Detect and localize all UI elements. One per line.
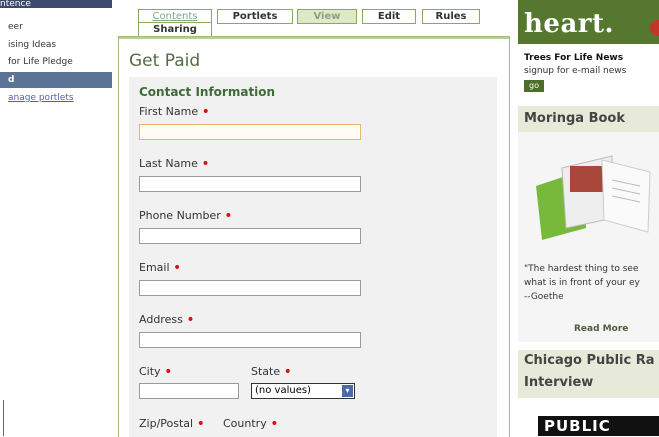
country-label: Country • <box>223 416 279 432</box>
book-quote: "The hardest thing to see what is in fro… <box>524 262 640 304</box>
city-label: City • <box>139 364 173 380</box>
hero-text: heart. <box>524 9 615 39</box>
phone-text: Phone Number <box>139 209 221 222</box>
quote-line-2: what is in front of your ey <box>524 278 640 288</box>
read-more-link[interactable]: Read More <box>574 324 628 334</box>
zip-label: Zip/Postal • <box>139 416 205 432</box>
public-radio-logo[interactable]: PUBLIC <box>538 416 659 436</box>
news-signup-text: signup for e-mail news <box>524 66 627 76</box>
first-name-label: First Name • <box>139 104 210 120</box>
chicago-line-2: Interview <box>524 375 594 390</box>
country-text: Country <box>223 417 267 430</box>
required-icon: • <box>270 416 279 432</box>
go-button[interactable]: go <box>524 80 544 92</box>
required-icon: • <box>164 364 173 380</box>
manage-portlets-link[interactable]: anage portlets <box>8 93 74 103</box>
quote-line-1: "The hardest thing to see <box>524 264 639 274</box>
panel-top-rule <box>119 37 509 39</box>
required-icon: • <box>283 364 292 380</box>
nav-item-active[interactable]: d <box>0 72 112 88</box>
chicago-interview-heading[interactable]: Chicago Public Ra Interview <box>518 350 659 398</box>
nav-item-3[interactable]: for Life Pledge <box>8 57 73 67</box>
email-text: Email <box>139 261 170 274</box>
address-label: Address • <box>139 312 195 328</box>
contact-form: Contact Information First Name • Last Na… <box>129 77 497 437</box>
left-scroll-edge <box>3 400 4 436</box>
tab-portlets[interactable]: Portlets <box>217 9 293 24</box>
state-text: State <box>251 365 281 378</box>
first-name-input[interactable] <box>139 124 361 140</box>
page-title: Get Paid <box>129 51 201 71</box>
nav-top-strip: ntence <box>0 0 112 8</box>
badge-icon <box>650 20 659 36</box>
left-navigation: ntence eer ising Ideas for Life Pledge d… <box>0 0 112 436</box>
state-select-value: (no values) <box>255 385 311 396</box>
last-name-label: Last Name • <box>139 156 210 172</box>
tab-sharing[interactable]: Sharing <box>138 22 212 37</box>
phone-label: Phone Number • <box>139 208 233 224</box>
city-input[interactable] <box>139 383 239 399</box>
chicago-line-1: Chicago Public Ra <box>524 353 655 368</box>
city-text: City <box>139 365 161 378</box>
required-icon: • <box>201 156 210 172</box>
state-label: State • <box>251 364 292 380</box>
required-icon: • <box>201 104 210 120</box>
nav-item-1[interactable]: eer <box>8 22 23 32</box>
dropdown-arrow-icon[interactable]: ▾ <box>342 385 353 397</box>
required-icon: • <box>224 208 233 224</box>
news-title: Trees For Life News <box>524 53 624 63</box>
required-icon: • <box>173 260 182 276</box>
hero-banner: heart. <box>518 0 659 44</box>
email-input[interactable] <box>139 280 361 296</box>
nav-top-text: ntence <box>0 0 31 8</box>
moringa-book-portlet: "The hardest thing to see what is in fro… <box>518 132 659 342</box>
book-image[interactable] <box>526 150 656 240</box>
quote-line-3: --Goethe <box>524 292 564 302</box>
tab-rules[interactable]: Rules <box>422 9 480 24</box>
right-sidebar: heart. Trees For Life News signup for e-… <box>518 0 659 436</box>
required-icon: • <box>186 312 195 328</box>
zip-text: Zip/Postal <box>139 417 194 430</box>
moringa-book-heading: Moringa Book <box>518 106 659 132</box>
address-input[interactable] <box>139 332 361 348</box>
email-label: Email • <box>139 260 182 276</box>
nav-item-2[interactable]: ising Ideas <box>8 40 56 50</box>
last-name-text: Last Name <box>139 157 198 170</box>
first-name-text: First Name <box>139 105 199 118</box>
main-content-panel: Get Paid Contact Information First Name … <box>118 36 510 437</box>
state-select[interactable]: (no values) ▾ <box>251 383 355 399</box>
last-name-input[interactable] <box>139 176 361 192</box>
section-title: Contact Information <box>139 85 276 99</box>
required-icon: • <box>196 416 205 432</box>
tab-edit[interactable]: Edit <box>362 9 416 24</box>
address-text: Address <box>139 313 183 326</box>
phone-input[interactable] <box>139 228 361 244</box>
tab-view[interactable]: View <box>297 9 357 24</box>
